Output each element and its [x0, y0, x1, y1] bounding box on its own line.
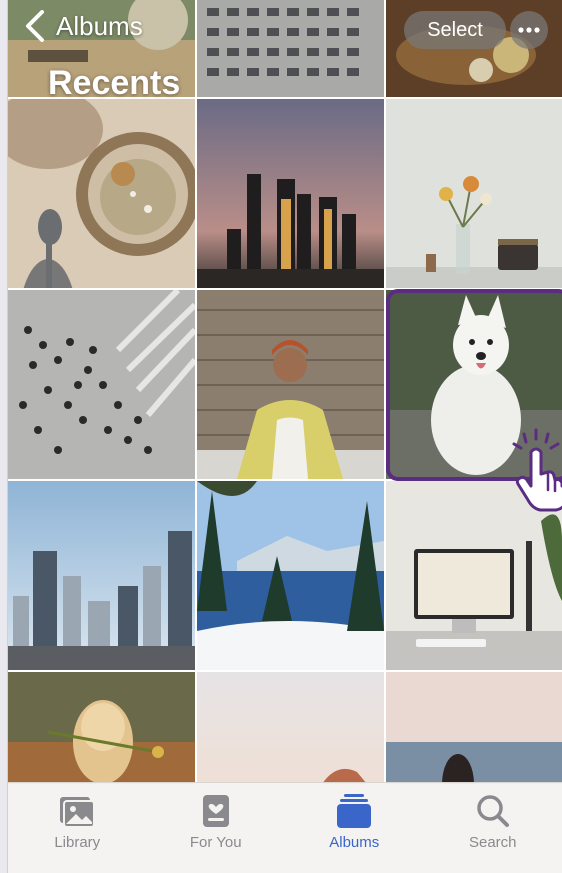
photo-thumbnail[interactable]	[386, 672, 562, 784]
page-title: Recents	[48, 64, 181, 102]
photos-app: Albums Recents Select Library For You Al…	[8, 0, 562, 873]
back-label: Albums	[56, 10, 143, 41]
ellipsis-icon	[518, 27, 540, 33]
tab-search[interactable]: Search	[424, 783, 562, 873]
photo-thumbnail[interactable]	[197, 481, 384, 670]
photo-thumbnail[interactable]	[8, 672, 195, 784]
tab-bar: Library For You Albums Search	[8, 782, 562, 873]
photo-thumbnail[interactable]	[386, 99, 562, 288]
tab-label: For You	[189, 834, 242, 851]
photo-thumbnail[interactable]	[8, 481, 195, 670]
back-button[interactable]: Albums	[24, 10, 143, 42]
tab-for-you[interactable]: For You	[147, 783, 286, 873]
tab-library[interactable]: Library	[8, 783, 147, 873]
photo-thumbnail[interactable]	[8, 99, 195, 288]
photo-thumbnail[interactable]	[197, 672, 384, 784]
search-icon	[477, 795, 509, 827]
albums-icon	[337, 794, 372, 828]
more-button[interactable]	[510, 11, 548, 49]
tab-albums[interactable]: Albums	[285, 783, 424, 873]
select-button[interactable]: Select	[404, 11, 506, 49]
chevron-left-icon	[26, 10, 44, 42]
photo-thumbnail[interactable]	[197, 0, 384, 97]
photo-thumbnail[interactable]	[197, 290, 384, 479]
photo-thumbnail[interactable]	[197, 99, 384, 288]
window-edge	[0, 0, 8, 873]
for-you-icon	[202, 795, 229, 827]
library-icon	[60, 797, 96, 828]
photo-thumbnail[interactable]	[8, 290, 195, 479]
tab-label: Search	[468, 834, 517, 851]
tab-label: Albums	[329, 834, 380, 851]
tab-label: Library	[54, 834, 101, 851]
tap-hand-icon	[512, 428, 562, 512]
